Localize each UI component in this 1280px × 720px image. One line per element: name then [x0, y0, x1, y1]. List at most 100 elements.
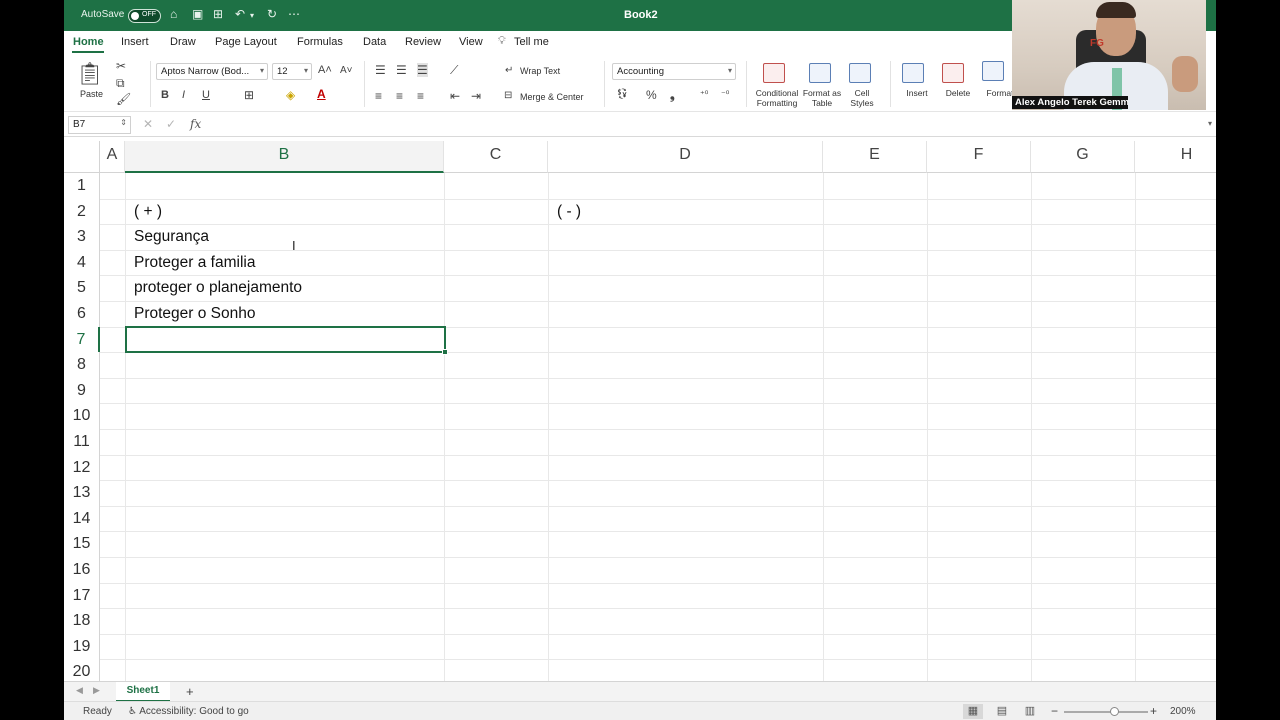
tab-view[interactable]: View — [459, 36, 483, 48]
tab-insert[interactable]: Insert — [121, 36, 149, 48]
tab-home[interactable]: Home — [73, 36, 104, 48]
undo-dropdown-icon[interactable]: ▾ — [250, 11, 254, 20]
delete-cells-button[interactable]: Delete — [938, 88, 978, 98]
orientation-icon[interactable]: ⟋ — [450, 63, 458, 78]
page-break-view-icon[interactable]: ▥ — [1020, 704, 1040, 719]
autosave-toggle[interactable]: OFF — [128, 9, 161, 23]
format-painter-icon[interactable]: 🖌︎ — [116, 92, 131, 106]
cell-styles-button[interactable]: Cell Styles — [844, 88, 880, 108]
row-header-18[interactable]: 18 — [64, 608, 100, 634]
column-header-d[interactable]: D — [548, 141, 823, 173]
align-center-icon[interactable]: ≡ — [396, 89, 403, 103]
row-header-20[interactable]: 20 — [64, 659, 100, 681]
cell-B3[interactable]: Segurança — [134, 228, 209, 246]
row-header-1[interactable]: 1 — [64, 173, 100, 199]
zoom-slider-handle[interactable] — [1110, 707, 1119, 716]
column-header-e[interactable]: E — [823, 141, 927, 173]
column-header-g[interactable]: G — [1031, 141, 1135, 173]
tab-tell-me[interactable]: Tell me — [514, 36, 549, 48]
tab-review[interactable]: Review — [405, 36, 441, 48]
row-header-5[interactable]: 5 — [64, 275, 100, 301]
wrap-text-icon[interactable]: ↵ — [505, 65, 513, 76]
align-middle-icon[interactable]: ☰ — [396, 63, 407, 77]
percent-button[interactable]: % — [646, 88, 657, 102]
select-all-corner[interactable] — [64, 141, 100, 173]
next-sheet-icon[interactable]: ▶ — [93, 685, 100, 696]
save-as-icon[interactable]: ⊞ — [213, 7, 223, 21]
decrease-font-icon[interactable]: A˅ — [340, 65, 353, 76]
bold-button[interactable]: B — [161, 89, 169, 101]
row-header-17[interactable]: 17 — [64, 582, 100, 609]
underline-button[interactable]: U — [202, 89, 210, 101]
more-icon[interactable]: ⋯ — [288, 7, 300, 21]
row-header-16[interactable]: 16 — [64, 557, 100, 583]
copy-icon[interactable]: ⧉ — [116, 76, 125, 91]
cell-B5[interactable]: proteger o planejamento — [134, 279, 302, 297]
undo-icon[interactable]: ↶ — [235, 7, 245, 21]
cancel-icon[interactable]: ✕ — [143, 117, 153, 131]
format-as-table-icon[interactable] — [809, 63, 831, 83]
comma-style-icon[interactable]: ❟ — [670, 88, 675, 103]
zoom-in-icon[interactable]: + — [1150, 704, 1157, 718]
tab-data[interactable]: Data — [363, 36, 386, 48]
row-header-6[interactable]: 6 — [64, 301, 100, 327]
insert-cells-button[interactable]: Insert — [900, 88, 934, 98]
page-layout-view-icon[interactable]: ▤ — [992, 704, 1012, 719]
increase-decimal-icon[interactable]: ⁺⁰ — [700, 89, 708, 100]
align-top-icon[interactable]: ☰ — [375, 63, 386, 77]
row-header-13[interactable]: 13 — [64, 480, 100, 506]
delete-cells-icon[interactable] — [942, 63, 964, 83]
tab-page-layout[interactable]: Page Layout — [215, 36, 277, 48]
cell-B6[interactable]: Proteger o Sonho — [134, 305, 256, 323]
normal-view-icon[interactable]: ▦ — [963, 704, 983, 719]
format-as-table-button[interactable]: Format as Table — [802, 88, 842, 108]
column-header-f[interactable]: F — [927, 141, 1031, 173]
spreadsheet-grid[interactable]: ABCDEFGH 1 2 3 4 5 6 7 8 9 10 11 12 13 14 15 16 17 18 19 20… — [64, 141, 1216, 681]
insert-cells-icon[interactable] — [902, 63, 924, 83]
currency-icon[interactable]: 💱︎ — [616, 89, 629, 100]
row-header-15[interactable]: 15 — [64, 531, 100, 557]
align-bottom-icon[interactable]: ☰ — [417, 63, 428, 77]
number-format-select[interactable]: Accounting ▾ — [612, 63, 736, 80]
insert-function-button[interactable]: fx — [190, 117, 201, 131]
italic-button[interactable]: I — [182, 89, 185, 101]
conditional-formatting-icon[interactable] — [763, 63, 785, 83]
cell-B2[interactable]: ( + ) — [134, 203, 162, 221]
font-name-select[interactable]: Aptos Narrow (Bod... ▾ — [156, 63, 268, 80]
zoom-level[interactable]: 200% — [1170, 706, 1196, 717]
borders-icon[interactable]: ⊞ — [244, 88, 254, 102]
column-header-b[interactable]: B — [125, 141, 444, 173]
row-header-3[interactable]: 3 — [64, 224, 100, 250]
decrease-decimal-icon[interactable]: ⁻⁰ — [721, 89, 729, 100]
wrap-text-button[interactable]: Wrap Text — [520, 66, 560, 76]
row-header-7[interactable]: 7 — [64, 326, 100, 353]
accessibility-status[interactable]: ♿︎ Accessibility: Good to go — [128, 706, 249, 717]
row-header-4[interactable]: 4 — [64, 249, 100, 276]
enter-icon[interactable]: ✓ — [166, 117, 176, 131]
align-left-icon[interactable]: ≡ — [375, 89, 382, 103]
cell-D2[interactable]: ( - ) — [557, 203, 581, 221]
prev-sheet-icon[interactable]: ◀ — [76, 685, 83, 696]
paste-label[interactable]: Paste — [80, 89, 103, 99]
row-header-19[interactable]: 19 — [64, 633, 100, 660]
tab-draw[interactable]: Draw — [170, 36, 196, 48]
increase-font-icon[interactable]: A˄ — [318, 64, 332, 76]
save-icon[interactable]: ▣ — [192, 7, 203, 21]
zoom-slider-track[interactable] — [1064, 711, 1148, 713]
home-icon[interactable]: ⌂ — [170, 7, 177, 21]
font-size-select[interactable]: 12 ▾ — [272, 63, 312, 80]
conditional-formatting-button[interactable]: Conditional Formatting — [752, 88, 802, 108]
chevron-down-icon[interactable]: ▾ — [1208, 119, 1212, 128]
active-cell-B7[interactable] — [125, 326, 448, 355]
decrease-indent-icon[interactable]: ⇤ — [450, 89, 460, 103]
row-header-9[interactable]: 9 — [64, 377, 100, 404]
redo-icon[interactable]: ↻ — [267, 7, 277, 21]
add-sheet-icon[interactable]: + — [186, 684, 194, 699]
column-header-c[interactable]: C — [444, 141, 548, 173]
cell-B4[interactable]: Proteger a familia — [134, 254, 255, 272]
name-box[interactable]: B7 ⇕ — [68, 116, 131, 134]
fill-color-icon[interactable]: ◈ — [286, 88, 295, 102]
increase-indent-icon[interactable]: ⇥ — [471, 89, 481, 103]
row-header-8[interactable]: 8 — [64, 352, 100, 378]
column-header-h[interactable]: H — [1135, 141, 1216, 173]
